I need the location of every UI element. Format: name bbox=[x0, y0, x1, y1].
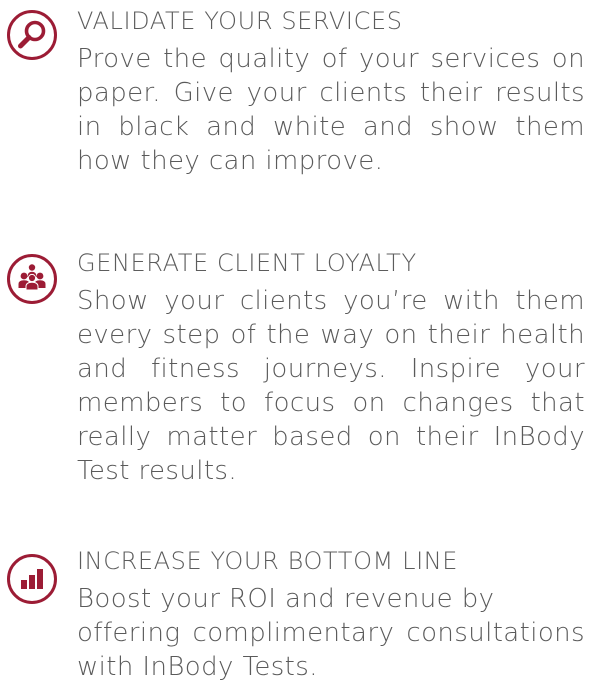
feature-description: Prove the quality of your services on pa… bbox=[77, 42, 585, 178]
description-line: and fitness journeys. Inspire your bbox=[77, 354, 585, 384]
description-line: Boost your ROI and revenue by bbox=[77, 584, 495, 614]
description-line: paper. Give your clients their results bbox=[77, 78, 585, 108]
description-line: Show your clients you’re with them bbox=[77, 286, 585, 316]
description-line: offering complimentary consultations bbox=[77, 618, 585, 648]
feature-description: Show your clients you’re with them every… bbox=[77, 284, 585, 488]
feature-description: Boost your ROI and revenue by offering c… bbox=[77, 582, 585, 684]
description-line: Test results. bbox=[77, 456, 238, 486]
description-line: in black and white and show them bbox=[77, 112, 585, 142]
bar-chart-icon bbox=[7, 554, 57, 604]
feature-title: GENERATE CLIENT LOYALTY bbox=[77, 249, 417, 277]
people-group-icon bbox=[7, 254, 57, 304]
description-line: every step of the way on their health bbox=[77, 320, 585, 350]
feature-title: INCREASE YOUR BOTTOM LINE bbox=[77, 547, 459, 575]
description-line: members to focus on changes that bbox=[77, 388, 585, 418]
description-line: how they can improve. bbox=[77, 146, 384, 176]
feature-title: VALIDATE YOUR SERVICES bbox=[77, 7, 403, 35]
magnifier-icon bbox=[7, 10, 57, 60]
description-line: really matter based on their InBody bbox=[77, 422, 585, 452]
description-line: Prove the quality of your services on bbox=[77, 44, 585, 74]
description-line: with InBody Tests. bbox=[77, 652, 318, 682]
